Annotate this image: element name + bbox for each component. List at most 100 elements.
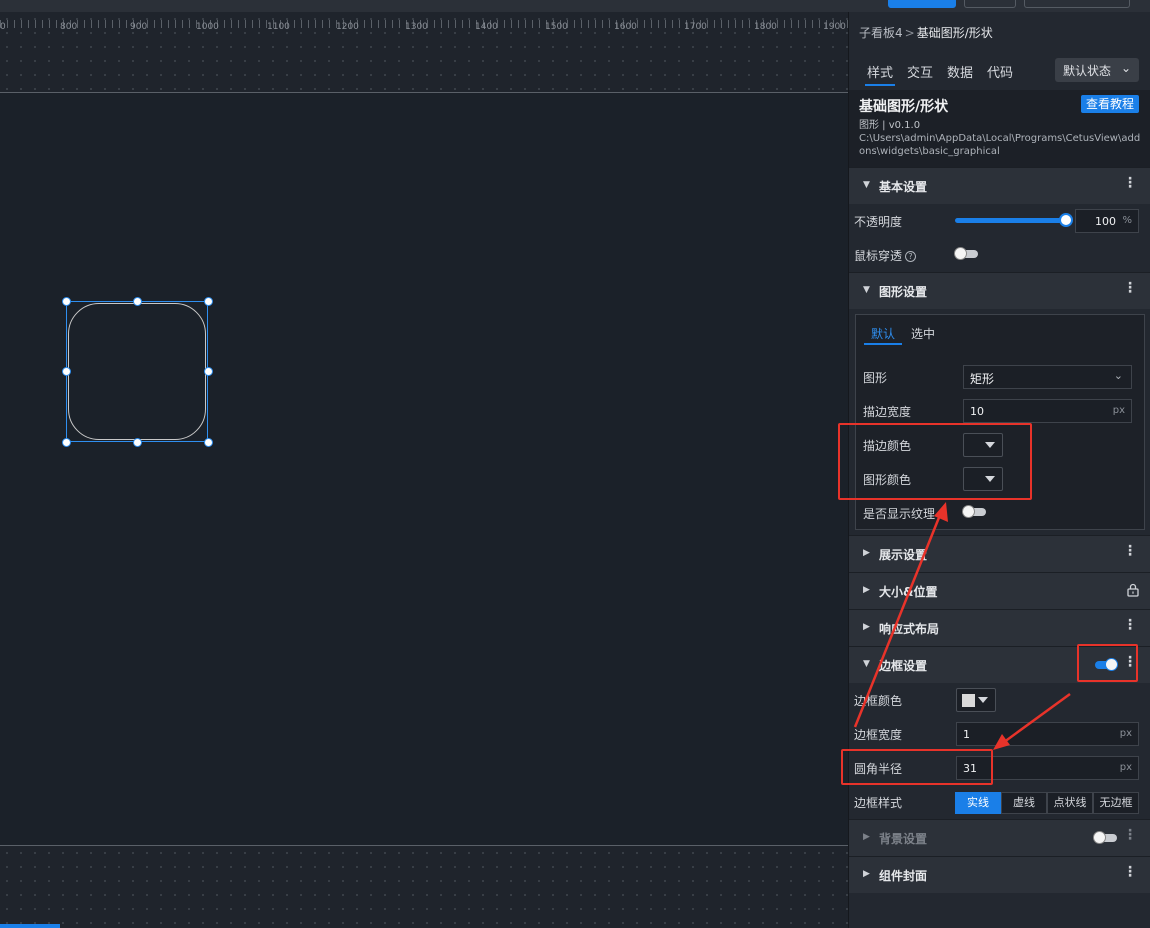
texture-toggle[interactable] (962, 505, 986, 518)
toolbar-button-3[interactable] (1024, 0, 1130, 8)
resize-handle-bottom[interactable] (133, 438, 142, 447)
ruler-label: 1100 (267, 22, 290, 32)
section-basic-settings[interactable]: ▼ 基本设置 ⋮ (849, 167, 1150, 204)
toolbar-button-2[interactable] (964, 0, 1016, 8)
toggle-knob (1093, 831, 1106, 844)
ruler-label: 1800 (754, 22, 777, 32)
shape-type-select[interactable]: 矩形 ⌄ (963, 365, 1132, 389)
artboard[interactable] (0, 92, 848, 846)
stroke-width-value: 10 (970, 405, 984, 418)
section-title: 展示设置 (879, 548, 928, 562)
resize-handle-top[interactable] (133, 297, 142, 306)
mouse-through-toggle[interactable] (954, 247, 978, 260)
section-title: 大小&位置 (879, 585, 938, 599)
toolbar-button-primary[interactable] (888, 0, 956, 8)
chevron-down-icon: ⌄ (1113, 369, 1123, 382)
widget-info: 基础图形/形状 图形 | v0.1.0 C:\Users\admin\AppDa… (849, 90, 1150, 170)
toggle-knob (954, 247, 967, 260)
resize-handle-top-right[interactable] (204, 297, 213, 306)
ruler-label: 800 (60, 22, 78, 32)
opacity-slider-track[interactable] (955, 218, 1065, 223)
widget-title: 基础图形/形状 (859, 99, 949, 115)
ruler-label: 1500 (545, 22, 568, 32)
caret-right-icon: ▶ (863, 869, 870, 879)
opacity-slider-knob[interactable] (1059, 213, 1073, 227)
breadcrumb: 子看板4 > 基础图形/形状 (859, 24, 993, 41)
tab-interaction[interactable]: 交互 (907, 62, 933, 81)
more-icon[interactable]: ⋮ (1123, 617, 1137, 633)
more-icon[interactable]: ⋮ (1123, 827, 1137, 843)
rounded-rectangle-shape[interactable] (68, 303, 206, 440)
border-style-solid[interactable]: 实线 (955, 792, 1001, 814)
resize-handle-right[interactable] (204, 367, 213, 376)
section-widget-cover[interactable]: ▶ 组件封面 ⋮ (849, 856, 1150, 893)
editor-canvas[interactable]: 0 800 900 1000 1100 1200 1300 1400 1500 … (0, 12, 848, 928)
annotation-box-border-toggle (1077, 644, 1138, 682)
stroke-width-label: 描边宽度 (863, 405, 912, 419)
canvas-margin (0, 846, 848, 928)
ruler-label: 1900 (823, 22, 846, 32)
section-background-settings[interactable]: ▶ 背景设置 ⋮ (849, 819, 1150, 856)
more-icon[interactable]: ⋮ (1123, 864, 1137, 880)
tab-data[interactable]: 数据 (947, 62, 973, 81)
background-toggle[interactable] (1093, 831, 1117, 844)
view-tutorial-button[interactable]: 查看教程 (1080, 95, 1139, 113)
horizontal-ruler: 0 800 900 1000 1100 1200 1300 1400 1500 … (0, 12, 848, 92)
breadcrumb-separator: > (904, 26, 915, 40)
ruler-label: 1700 (684, 22, 707, 32)
ruler-label: 900 (130, 22, 148, 32)
caret-right-icon: ▶ (863, 548, 870, 558)
section-title: 响应式布局 (879, 622, 940, 636)
tab-code[interactable]: 代码 (987, 62, 1013, 81)
caret-right-icon: ▶ (863, 832, 870, 842)
border-width-value: 1 (963, 728, 970, 741)
border-style-dotted[interactable]: 点状线 (1047, 792, 1093, 814)
opacity-input[interactable]: 100 % (1075, 209, 1139, 233)
inner-tab-selected[interactable]: 选中 (911, 325, 935, 342)
scrollbar-indicator[interactable] (0, 924, 60, 928)
inner-tab-default[interactable]: 默认 (863, 325, 903, 345)
section-shape-settings[interactable]: ▼ 图形设置 ⋮ (849, 272, 1150, 309)
dropdown-triangle-icon (978, 697, 988, 703)
mouse-through-text: 鼠标穿透 (854, 249, 903, 263)
resize-handle-top-left[interactable] (62, 297, 71, 306)
ruler-label: 1200 (336, 22, 359, 32)
border-width-label: 边框宽度 (854, 728, 903, 742)
tab-style[interactable]: 样式 (864, 62, 896, 86)
section-responsive-layout[interactable]: ▶ 响应式布局 ⋮ (849, 609, 1150, 646)
stroke-width-input[interactable]: 10 px (963, 399, 1132, 423)
annotation-box-colors (838, 423, 1032, 500)
more-icon[interactable]: ⋮ (1123, 280, 1137, 296)
resize-handle-left[interactable] (62, 367, 71, 376)
ruler-label: 1300 (405, 22, 428, 32)
annotation-box-corner-radius (841, 749, 993, 785)
texture-label: 是否显示纹理 (863, 507, 936, 521)
border-width-input[interactable]: 1 px (956, 722, 1139, 746)
selected-shape-widget[interactable] (62, 297, 213, 447)
ruler-label: 1400 (475, 22, 498, 32)
caret-right-icon: ▶ (863, 585, 870, 595)
ruler-label: 0 (0, 22, 6, 32)
section-size-position[interactable]: ▶ 大小&位置 (849, 572, 1150, 609)
section-display-settings[interactable]: ▶ 展示设置 ⋮ (849, 535, 1150, 572)
border-color-picker[interactable] (956, 688, 996, 712)
section-title: 基本设置 (879, 180, 928, 194)
resize-handle-bottom-right[interactable] (204, 438, 213, 447)
help-icon[interactable]: ? (905, 251, 917, 262)
border-style-none[interactable]: 无边框 (1093, 792, 1139, 814)
border-style-dashed[interactable]: 虚线 (1001, 792, 1047, 814)
more-icon[interactable]: ⋮ (1123, 175, 1137, 191)
resize-handle-bottom-left[interactable] (62, 438, 71, 447)
corner-radius-unit: px (1119, 762, 1132, 773)
caret-right-icon: ▶ (863, 622, 870, 632)
panel-tabs: 样式 交互 数据 代码 默认状态 ⌄ (849, 56, 1150, 90)
lock-icon[interactable] (1127, 583, 1139, 597)
more-icon[interactable]: ⋮ (1123, 543, 1137, 559)
opacity-label: 不透明度 (854, 215, 903, 229)
breadcrumb-parent[interactable]: 子看板4 (859, 26, 903, 40)
border-color-swatch (962, 694, 975, 707)
border-width-unit: px (1119, 728, 1132, 739)
caret-down-icon: ▼ (863, 180, 870, 190)
state-select[interactable]: 默认状态 ⌄ (1055, 58, 1139, 82)
border-style-label: 边框样式 (854, 796, 903, 810)
